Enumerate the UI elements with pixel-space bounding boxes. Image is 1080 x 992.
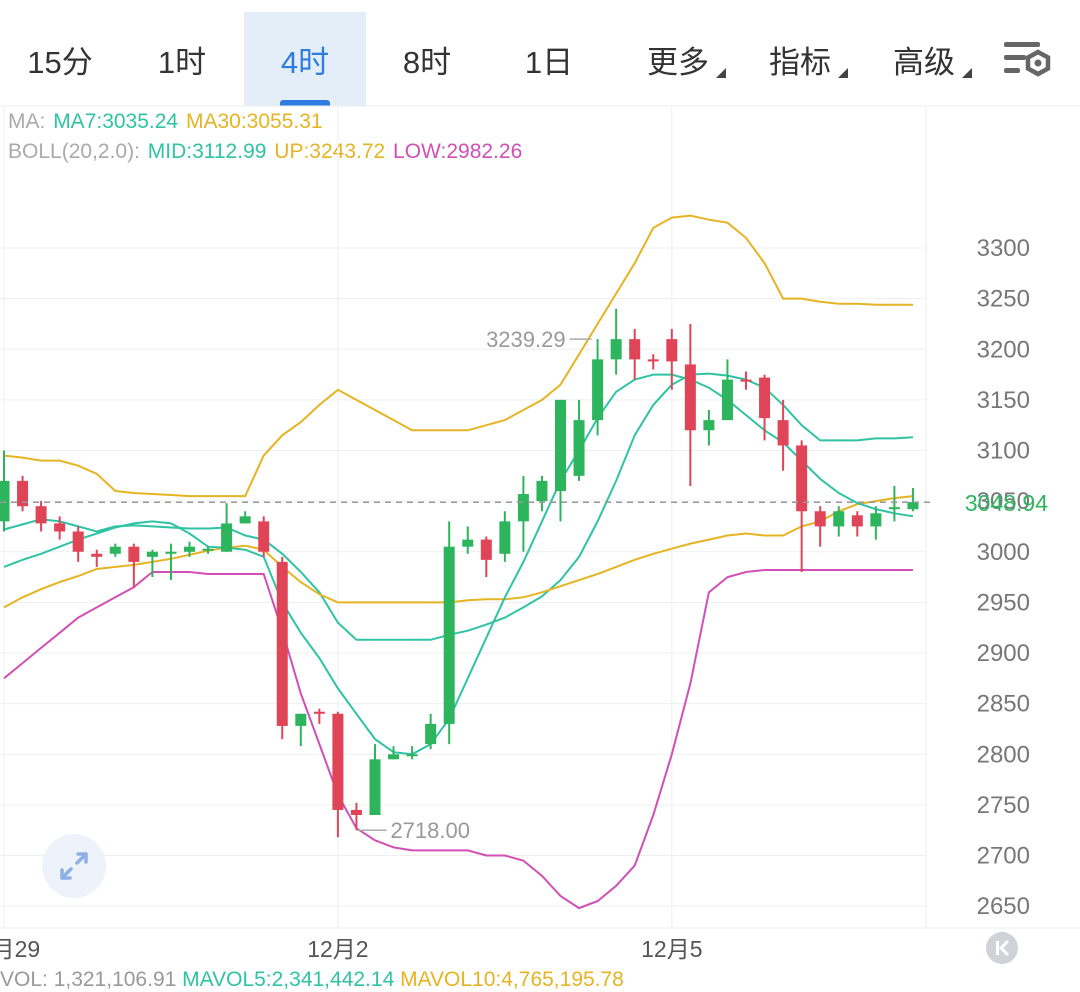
- candle-body: [833, 511, 845, 527]
- price-axis-label: 2700: [977, 843, 1030, 870]
- scroll-to-latest-icon: [996, 939, 1010, 957]
- candle-body: [480, 539, 492, 560]
- candle-body: [91, 553, 103, 557]
- candle-body: [165, 551, 177, 554]
- candle-body: [536, 480, 548, 502]
- mavol5-value: MAVOL5:2,341,442.14: [182, 968, 395, 991]
- candle-body: [814, 511, 826, 527]
- candle-body: [35, 506, 47, 524]
- high-marker-label: 3239.29: [486, 327, 566, 352]
- candle-body: [592, 359, 604, 421]
- candle-body: [629, 339, 641, 360]
- candle-body: [462, 539, 474, 547]
- expand-chart-button[interactable]: [42, 834, 106, 898]
- candle-body: [184, 546, 195, 552]
- candle-body: [369, 759, 381, 815]
- candle-body: [54, 523, 66, 532]
- candle-body: [443, 546, 455, 724]
- price-axis-label: 3150: [977, 387, 1030, 414]
- candlestick-chart[interactable]: 3300325032003150310030503000295029002850…: [0, 0, 1080, 983]
- candle-body: [759, 377, 771, 419]
- candle-body: [258, 521, 270, 552]
- candle-body: [573, 420, 585, 476]
- candle-body: [128, 546, 140, 562]
- candle-body: [202, 548, 214, 551]
- candle-body: [796, 445, 808, 512]
- low-marker-label: 2718.00: [390, 818, 470, 843]
- candle-body: [907, 502, 919, 510]
- candle-body: [425, 723, 437, 745]
- candle-body: [239, 516, 251, 524]
- candle-body: [703, 420, 715, 431]
- price-axis-label: 2650: [977, 893, 1030, 920]
- candle-body: [109, 546, 121, 554]
- candle-body: [684, 364, 696, 431]
- candle-body: [276, 561, 288, 726]
- candle-body: [313, 711, 325, 714]
- candle-body: [721, 379, 733, 421]
- price-axis-label: 3200: [977, 336, 1030, 363]
- candle-body: [647, 359, 659, 362]
- candle-body: [0, 480, 10, 522]
- price-axis-label: 2950: [977, 589, 1030, 616]
- candle-body: [499, 521, 511, 554]
- candle-body: [870, 513, 882, 527]
- candle-body: [388, 754, 400, 760]
- scroll-to-latest-button[interactable]: [986, 932, 1018, 964]
- boll-upper-line: [3, 214, 913, 498]
- boll-mid-line: [3, 372, 914, 641]
- time-axis-label: 12月5: [641, 936, 702, 962]
- expand-arrows-icon: [60, 852, 88, 880]
- candle-body: [332, 713, 344, 810]
- candle-body: [72, 531, 84, 552]
- volume-legend: VOL: 1,321,106.91 MAVOL5:2,341,442.14 MA…: [0, 968, 624, 992]
- price-axis-label: 3000: [977, 539, 1030, 566]
- price-axis-label: 2850: [977, 691, 1030, 718]
- candle-body: [517, 494, 529, 522]
- candle-body: [221, 523, 233, 552]
- candle-body: [350, 809, 362, 815]
- price-axis-label: 2750: [977, 792, 1030, 819]
- candle-body: [888, 507, 900, 510]
- price-axis-label: 2900: [977, 640, 1030, 667]
- time-axis-label: 12月2: [307, 936, 368, 962]
- candle-body: [777, 420, 789, 446]
- candle-body: [740, 379, 752, 382]
- price-axis-label: 3250: [977, 286, 1030, 313]
- boll-lower-line: [3, 569, 913, 910]
- candle-body: [666, 339, 678, 362]
- price-axis-label: 3300: [977, 235, 1030, 262]
- candle-body: [406, 754, 418, 757]
- candle-body: [146, 551, 158, 557]
- time-axis-label: 11月29: [0, 936, 40, 962]
- price-axis-label: 3100: [977, 438, 1030, 465]
- price-axis-label: 2800: [977, 741, 1030, 768]
- candle-body: [295, 713, 307, 726]
- candle-body: [851, 515, 863, 527]
- vol-value: VOL: 1,321,106.91: [0, 968, 177, 991]
- candle-body: [555, 399, 566, 491]
- current-price-label: 3048.94: [965, 490, 1048, 516]
- mavol10-value: MAVOL10:4,765,195.78: [400, 968, 624, 991]
- candle-body: [610, 339, 622, 360]
